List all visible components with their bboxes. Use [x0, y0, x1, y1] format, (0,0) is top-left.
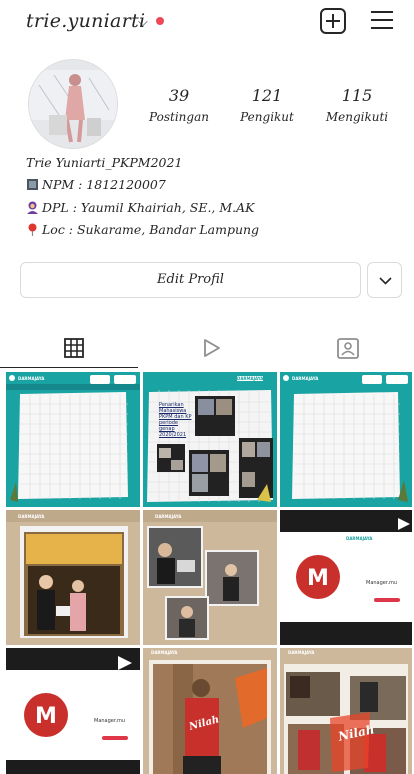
profile-tabs: [0, 328, 414, 368]
avatar[interactable]: [28, 59, 118, 149]
post-brand: DARMAJAYA: [288, 650, 315, 655]
post-thumbnail[interactable]: M Manager.mu: [6, 648, 140, 774]
post-image: [143, 510, 277, 645]
tagged-person-icon[interactable]: [336, 336, 360, 360]
followers-label: Pengikut: [240, 110, 294, 124]
new-post-icon[interactable]: [320, 8, 346, 34]
posts-label: Postingan: [149, 110, 209, 124]
following-count: 115: [341, 86, 373, 105]
post-thumbnail[interactable]: DARMAJAYA: [143, 510, 277, 645]
stat-followers[interactable]: 121 Pengikut: [222, 86, 312, 124]
followers-count: 121: [251, 86, 283, 105]
stat-posts[interactable]: 39 Postingan: [134, 86, 224, 124]
post-image: [6, 510, 140, 645]
chevron-down-icon: [379, 277, 392, 285]
active-tab-indicator: [0, 367, 138, 368]
notebook-icon: [27, 179, 38, 190]
post-image: M: [6, 648, 140, 774]
post-thumbnail[interactable]: DARMAJAYA: [6, 510, 140, 645]
profile-header: trie.yuniarti ⌵: [0, 0, 414, 44]
post-image: M: [280, 510, 412, 645]
bio-line-location: Loc : Sukarame, Bandar Lampung: [26, 222, 259, 237]
reels-play-icon[interactable]: [200, 337, 222, 359]
following-label: Mengikuti: [325, 110, 389, 124]
bio-location-text: Loc : Sukarame, Bandar Lampung: [42, 222, 260, 237]
svg-text:M: M: [35, 704, 57, 729]
svg-text:M: M: [307, 566, 329, 591]
username[interactable]: trie.yuniarti: [26, 10, 145, 32]
hamburger-menu-icon[interactable]: [371, 8, 397, 34]
post-thumbnail[interactable]: DARMAJAYA Penarikan Mahasiswa PKPM dan K…: [143, 372, 277, 507]
post-brand: DARMAJAYA: [18, 376, 45, 381]
bio-line-dpl: DPL : Yaumil Khairiah, SE., M.AK: [26, 200, 255, 215]
pin-icon: [28, 223, 37, 236]
stat-following[interactable]: 115 Mengikuti: [312, 86, 402, 124]
post-image: [143, 372, 277, 507]
post-brand: DARMAJAYA: [292, 376, 319, 381]
post-thumbnail[interactable]: DARMAJAYA Nilah: [280, 648, 414, 774]
person-headscarf-icon: [27, 201, 38, 214]
post-caption: Penarikan Mahasiswa PKPM dan KP periode …: [159, 402, 192, 438]
post-image: [6, 372, 140, 507]
suggested-dropdown-button[interactable]: [367, 262, 402, 298]
avatar-photo: [29, 60, 117, 148]
chevron-down-icon[interactable]: ⌵: [138, 15, 148, 30]
post-thumbnail[interactable]: M DARMAJAYA Manager.mu: [280, 510, 414, 645]
post-brand: DARMAJAYA: [346, 536, 373, 541]
post-thumbnail[interactable]: DARMAJAYA Nilah: [143, 648, 277, 774]
notification-dot: [156, 17, 164, 25]
bio-line-npm: NPM : 1812120007: [26, 177, 166, 192]
post-brand: DARMAJAYA: [237, 376, 264, 381]
posts-count: 39: [168, 86, 190, 105]
post-thumbnail[interactable]: DARMAJAYA: [280, 372, 414, 507]
post-thumbnail[interactable]: DARMAJAYA: [6, 372, 140, 507]
grid-icon[interactable]: [63, 337, 85, 359]
post-image: [280, 648, 412, 774]
post-caption: Manager.mu: [94, 718, 126, 724]
post-brand: DARMAJAYA: [18, 514, 45, 519]
post-image: [280, 372, 412, 507]
profile-name: Trie Yuniarti_PKPM2021: [26, 155, 183, 170]
post-brand: DARMAJAYA: [155, 514, 182, 519]
bio-npm-text: NPM : 1812120007: [42, 177, 166, 192]
post-image: [143, 648, 277, 774]
post-brand: DARMAJAYA: [151, 650, 178, 655]
edit-profile-button[interactable]: Edit Profil: [20, 262, 361, 298]
post-caption: Manager.mu: [366, 580, 398, 586]
bio-dpl-text: DPL : Yaumil Khairiah, SE., M.AK: [42, 200, 255, 215]
